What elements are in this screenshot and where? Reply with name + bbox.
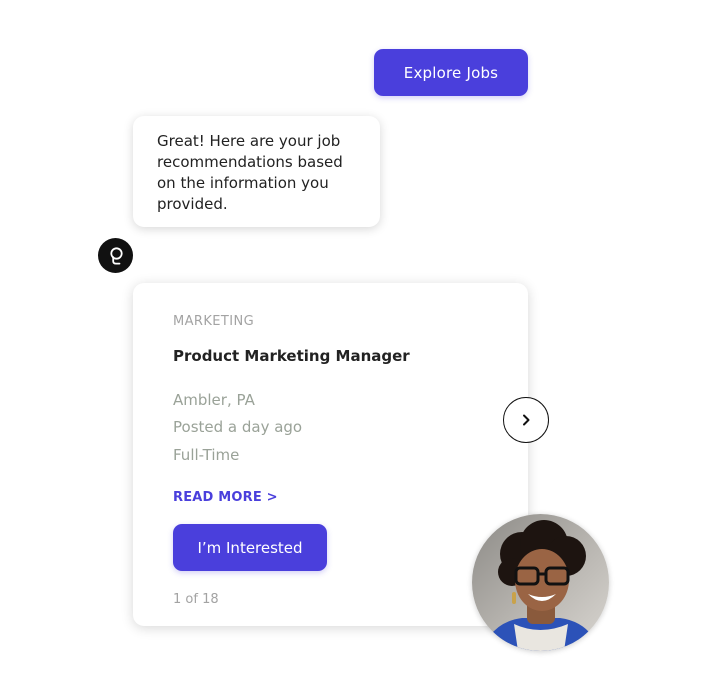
explore-jobs-button[interactable]: Explore Jobs	[374, 49, 528, 96]
interested-button[interactable]: I’m Interested	[173, 524, 327, 571]
user-avatar	[472, 514, 609, 651]
job-category: MARKETING	[173, 314, 255, 329]
chat-stage: Explore Jobs Great! Here are your job re…	[0, 0, 706, 700]
read-more-link[interactable]: READ MORE >	[173, 490, 278, 505]
chevron-right-icon	[523, 414, 530, 426]
bot-logo-glyph	[109, 246, 123, 264]
bot-logo-icon	[98, 238, 133, 273]
bot-message-text: Great! Here are your job recommendations…	[157, 132, 343, 213]
user-photo-avatar	[472, 514, 609, 651]
pagination-indicator: 1 of 18	[173, 592, 219, 607]
explore-jobs-label: Explore Jobs	[403, 63, 499, 82]
job-employment-type: Full-Time	[173, 446, 240, 464]
next-job-button[interactable]	[503, 397, 549, 443]
interested-label: I’m Interested	[197, 538, 303, 557]
job-recommendation-card: MARKETING Product Marketing Manager Ambl…	[133, 283, 528, 626]
job-posted-date: Posted a day ago	[173, 418, 303, 436]
job-location: Ambler, PA	[173, 391, 255, 409]
bot-message-bubble: Great! Here are your job recommendations…	[133, 116, 380, 227]
job-title: Product Marketing Manager	[173, 347, 410, 365]
